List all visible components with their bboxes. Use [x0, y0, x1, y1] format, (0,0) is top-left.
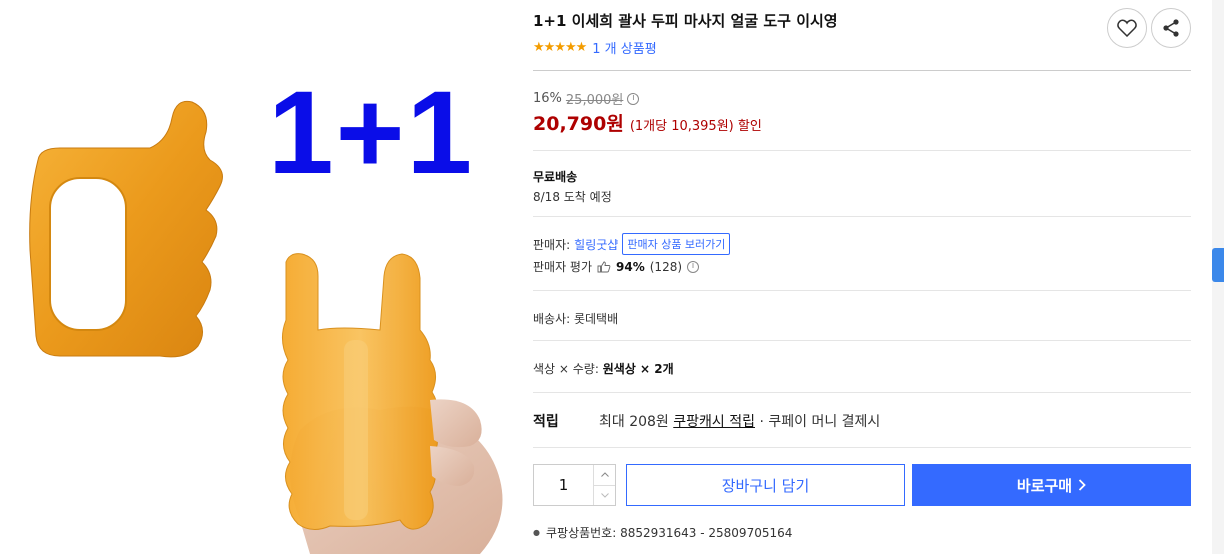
image-overlay-text: 1+1: [268, 67, 475, 199]
star-rating-icon: ★★★★★: [533, 40, 587, 55]
seller-products-button[interactable]: 판매자 상품 보러가기: [622, 233, 731, 255]
add-to-cart-button[interactable]: 장바구니 담기: [626, 464, 905, 506]
points-row: 적립 최대 208원 쿠팡캐시 적립 · 쿠페이 머니 결제시: [533, 411, 880, 431]
sale-price-row: 20,790원 (1개당 10,395원) 할인: [533, 109, 762, 136]
bullet-icon: ●: [533, 528, 540, 537]
quantity-input[interactable]: 1: [534, 465, 593, 505]
original-price: 25,000원: [565, 93, 624, 108]
buy-now-button[interactable]: 바로구매: [912, 464, 1191, 506]
quantity-arrows: [593, 465, 615, 505]
heart-icon: [1117, 19, 1137, 37]
sale-price: 20,790원: [533, 113, 624, 135]
buy-now-label: 바로구매: [1016, 476, 1073, 495]
divider: [533, 392, 1191, 393]
points-text-after: · 쿠페이 머니 결제시: [755, 414, 881, 430]
seller-rating-percent: 94%: [616, 259, 645, 274]
divider: [533, 150, 1191, 151]
wishlist-button[interactable]: [1107, 8, 1147, 48]
courier-info: 배송사: 롯데택배: [533, 312, 619, 326]
chevron-down-icon: [600, 492, 609, 498]
seller-rating-row: 판매자 평가 94% (128) i: [533, 258, 700, 275]
option-row: 색상 × 수량: 원색상 × 2개: [533, 360, 674, 377]
option-value: 원색상 × 2개: [602, 362, 674, 376]
product-number: 쿠팡상품번호: 8852931643 - 25809705164: [545, 526, 793, 540]
divider: [533, 70, 1191, 71]
seller-rating-label: 판매자 평가: [533, 260, 593, 274]
quantity-increase-button[interactable]: [594, 465, 615, 486]
rating-row: ★★★★★ 1 개 상품평: [533, 38, 657, 57]
thumbs-up-icon: [597, 261, 611, 272]
unit-price: (1개당 10,395원) 할인: [629, 119, 762, 134]
points-label: 적립: [533, 414, 559, 430]
points-text-before: 최대 208원: [599, 414, 674, 430]
chevron-right-icon: [1078, 479, 1086, 491]
shipping-label: 무료배송: [533, 170, 578, 184]
divider: [533, 216, 1191, 217]
coupang-cash-link[interactable]: 쿠팡캐시 적립: [673, 411, 755, 431]
share-button[interactable]: [1151, 8, 1191, 48]
original-price-row: 16% 25,000원 i: [533, 89, 640, 108]
seller-label: 판매자:: [533, 237, 571, 252]
review-count-link[interactable]: 1 개 상품평: [592, 38, 656, 57]
product-image[interactable]: 1+1: [0, 0, 520, 554]
scrollbar-thumb[interactable]: [1212, 248, 1224, 282]
chevron-up-icon: [600, 472, 609, 478]
product-title: 1+1 이세희 괄사 두피 마사지 얼굴 도구 이시영: [533, 12, 838, 30]
info-icon[interactable]: i: [627, 92, 640, 105]
product-info-panel: 1+1 이세희 괄사 두피 마사지 얼굴 도구 이시영 ★★★★★ 1 개 상품…: [533, 0, 1191, 554]
divider: [533, 447, 1191, 448]
option-label: 색상 × 수량:: [533, 362, 599, 376]
discount-rate: 16%: [533, 91, 562, 106]
quantity-decrease-button[interactable]: [594, 486, 615, 506]
seller-row: 판매자: 힐링굿샵 판매자 상품 보러가기: [533, 233, 731, 255]
seller-name-link[interactable]: 힐링굿샵: [574, 236, 618, 253]
seller-rating-count: (128): [649, 259, 683, 274]
quantity-stepper: 1: [533, 464, 616, 506]
product-number-row: ● 쿠팡상품번호: 8852931643 - 25809705164: [533, 524, 792, 541]
divider: [533, 290, 1191, 291]
divider: [533, 340, 1191, 341]
share-icon: [1163, 19, 1179, 37]
arrival-date: 8/18 도착 예정: [533, 190, 612, 204]
info-icon[interactable]: i: [687, 260, 700, 273]
